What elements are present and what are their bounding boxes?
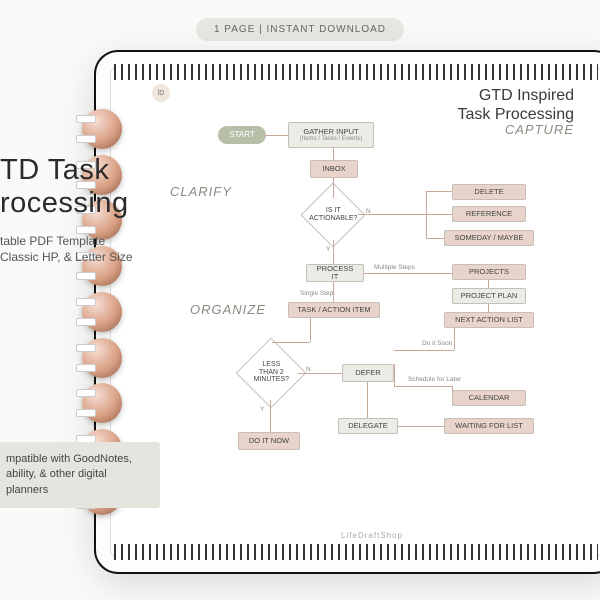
arrow — [426, 214, 452, 215]
subtitle: table PDF Template Classic HP, & Letter … — [0, 233, 133, 267]
arrow — [298, 373, 342, 374]
arrow — [333, 240, 334, 264]
title-line-1: TD Task — [0, 154, 133, 187]
arrow — [367, 382, 368, 418]
node-next-action: NEXT ACTION LIST — [444, 312, 534, 328]
node-inbox: INBOX — [310, 160, 358, 178]
arrow — [333, 282, 334, 302]
arrow — [266, 135, 288, 136]
arrow — [394, 350, 454, 351]
page-content: lD GTD Inspired Task Processing CAPTURE … — [160, 92, 584, 526]
node-gather: GATHER INPUT (Items / Tasks / Events) — [288, 122, 374, 148]
node-calendar: CALENDAR — [452, 390, 526, 406]
node-delete: DELETE — [452, 184, 526, 200]
tablet-mockup: lD GTD Inspired Task Processing CAPTURE … — [96, 52, 600, 572]
title-block: TD Task rocessing table PDF Template Cla… — [0, 154, 133, 266]
sub-line-1: table PDF Template — [0, 234, 105, 248]
node-less2: LESS THAN 2 MINUTES? — [236, 338, 307, 409]
page-title: GTD Inspired Task Processing — [458, 86, 575, 124]
arrow — [426, 191, 452, 192]
arrow — [452, 386, 453, 394]
arrow — [333, 148, 334, 160]
stage-organize: ORGANIZE — [190, 302, 266, 317]
brand-footer: LifeDraftShop — [341, 531, 403, 540]
compat-box: mpatible with GoodNotes, ability, & othe… — [0, 442, 160, 508]
arrow — [426, 238, 444, 239]
stage-clarify: CLARIFY — [170, 184, 232, 199]
arrow — [394, 364, 395, 386]
title-line-2: rocessing — [0, 187, 133, 220]
top-badge: 1 PAGE | INSTANT DOWNLOAD — [196, 18, 404, 41]
node-project-plan: PROJECT PLAN — [452, 288, 526, 304]
decor-band-bottom — [114, 544, 598, 560]
arrow — [310, 318, 311, 342]
node-start: START — [218, 126, 266, 144]
arrow — [398, 426, 444, 427]
left-panel: TD Task rocessing table PDF Template Cla… — [0, 0, 160, 600]
label-soon: Do it Soon — [422, 340, 452, 347]
node-doit: DO IT NOW — [238, 432, 300, 450]
gather-sub: (Items / Tasks / Events) — [300, 136, 362, 143]
node-waiting: WAITING FOR LIST — [444, 418, 534, 434]
label-y: Y — [326, 246, 330, 253]
arrow — [488, 304, 489, 312]
label-later: Schedule for Later — [408, 376, 461, 383]
arrow — [333, 178, 334, 198]
label-multi: Multiple Steps — [374, 264, 415, 271]
node-defer: DEFER — [342, 364, 394, 382]
page-title-1: GTD Inspired — [479, 87, 574, 104]
node-task-item: TASK / ACTION ITEM — [288, 302, 380, 318]
arrow — [488, 280, 489, 288]
stage-capture: CAPTURE — [505, 122, 574, 137]
compat-line-1: mpatible with GoodNotes, — [6, 453, 132, 465]
arrow — [454, 328, 455, 350]
node-reference: REFERENCE — [452, 206, 526, 222]
page-title-2: Task Processing — [458, 106, 575, 123]
arrow — [426, 191, 427, 239]
arrow — [270, 400, 271, 432]
label-n2: N — [306, 366, 311, 373]
label-single: Single Step — [300, 290, 333, 297]
gather-label: GATHER INPUT — [303, 128, 358, 136]
node-delegate: DELEGATE — [338, 418, 398, 434]
arrow — [272, 342, 310, 343]
sub-line-2: Classic HP, & Letter Size — [0, 250, 133, 264]
arrow — [394, 386, 452, 387]
node-someday: SOMEDAY / MAYBE — [444, 230, 534, 246]
arrow — [364, 273, 452, 274]
arrow — [358, 214, 426, 215]
label-y2: Y — [260, 406, 264, 413]
decor-band-top — [114, 64, 598, 80]
compat-line-2: ability, & other digital planners — [6, 468, 107, 495]
node-process: PROCESS IT — [306, 264, 364, 282]
node-projects: PROJECTS — [452, 264, 526, 280]
